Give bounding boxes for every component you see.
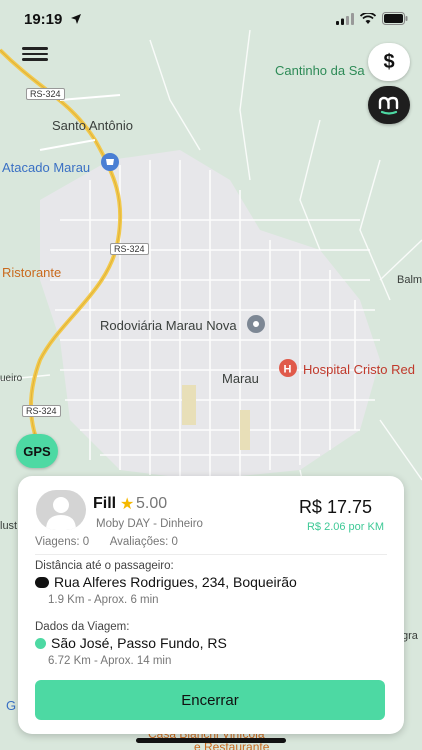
- map-label-atacado: Atacado Marau: [2, 160, 91, 175]
- end-trip-button[interactable]: Encerrar: [35, 680, 385, 720]
- service-type: Moby DAY - Dinheiro: [96, 518, 203, 530]
- status-bar: 19:19: [0, 0, 422, 40]
- wifi-icon: [360, 12, 376, 24]
- status-time: 19:19: [24, 11, 63, 28]
- pickup-address-row: Rua Alferes Rodrigues, 234, Boqueirão: [35, 574, 297, 590]
- road-badge-rs324-mid: RS-324: [110, 243, 149, 255]
- road-badge-rs324-top: RS-324: [26, 88, 65, 100]
- map-label-marau: Marau: [222, 371, 259, 386]
- brand-logo-button[interactable]: [368, 86, 410, 124]
- location-arrow-icon: [71, 14, 81, 24]
- trip-card: Fill ★ 5.00 Moby DAY - Dinheiro R$ 17.75…: [18, 476, 404, 734]
- map-label-balm: Balm: [397, 274, 422, 286]
- map-label-santo-antonio: Santo Antônio: [52, 118, 133, 133]
- user-placeholder-icon: [46, 497, 76, 530]
- star-icon: ★: [120, 496, 135, 513]
- pickup-address: Rua Alferes Rodrigues, 234, Boqueirão: [54, 574, 297, 590]
- wallet-button[interactable]: $: [368, 43, 410, 81]
- trip-detail: 6.72 Km - Aprox. 14 min: [48, 655, 172, 667]
- distance-title: Distância até o passageiro:: [35, 560, 174, 572]
- driver-stats: Viagens: 0 Avaliações: 0: [35, 536, 196, 548]
- destination-row: São José, Passo Fundo, RS: [35, 635, 227, 651]
- home-indicator: [136, 738, 286, 743]
- driver-rating: 5.00: [136, 495, 168, 512]
- signal-icon: [336, 12, 354, 25]
- map-label-g: G: [6, 698, 17, 713]
- road-badge-rs324-bottom: RS-324: [22, 405, 61, 417]
- trip-title: Dados da Viagem:: [35, 621, 130, 633]
- map-label-ristorante: Ristorante: [2, 265, 62, 280]
- destination-address: São José, Passo Fundo, RS: [51, 635, 227, 651]
- trip-price: R$ 17.75: [298, 497, 372, 517]
- battery-icon: [382, 12, 408, 25]
- status-icons: [336, 12, 408, 25]
- map-label-ust: lust: [0, 520, 18, 532]
- pickup-dot-icon: [35, 576, 49, 588]
- svg-text:H: H: [284, 364, 292, 376]
- brand-m-icon: [378, 96, 399, 115]
- trips-count: Viagens: 0: [35, 536, 90, 548]
- gps-button[interactable]: GPS: [16, 434, 58, 468]
- map-label-hospital: Hospital Cristo Red: [303, 362, 415, 377]
- menu-icon[interactable]: [22, 44, 48, 66]
- divider: [35, 554, 387, 555]
- destination-dot-icon: [35, 637, 46, 649]
- map-label-gra: gra: [402, 630, 418, 642]
- reviews-count: Avaliações: 0: [109, 536, 178, 548]
- map-label-eiro: ueiro: [0, 373, 23, 384]
- driver-name: Fill: [93, 495, 117, 512]
- price-per-km: R$ 2.06 por KM: [306, 521, 384, 533]
- pickup-detail: 1.9 Km - Aprox. 6 min: [48, 594, 159, 606]
- map-label-rodoviaria: Rodoviária Marau Nova: [100, 318, 237, 333]
- map-label-cantinho: Cantinho da Sa: [275, 63, 365, 78]
- avatar: [36, 490, 86, 530]
